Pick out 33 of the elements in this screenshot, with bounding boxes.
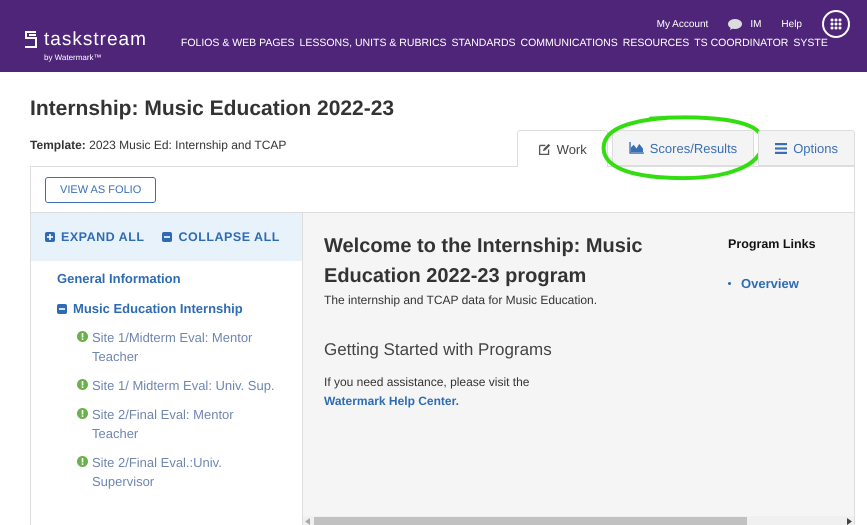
nav-link[interactable]: TS COORDINATOR — [694, 36, 788, 52]
tab[interactable]: Scores/Results — [612, 130, 754, 166]
program-links-title: Program Links — [728, 236, 816, 254]
account-link[interactable]: IM — [728, 16, 762, 32]
nav-link[interactable]: SYSTE — [793, 36, 828, 52]
template-line: Template: 2023 Music Ed: Internship and TCAP — [30, 137, 286, 154]
tree-section[interactable]: Music Education Internship — [57, 298, 302, 318]
welcome-heading: Welcome to the Internship: Music Education 2022-23 program — [324, 234, 644, 290]
nav-link[interactable]: STANDARDS — [452, 36, 516, 52]
logo-subtitle: by Watermark™ — [44, 52, 102, 64]
nav-link[interactable]: COMMUNICATIONS — [520, 36, 618, 52]
help-center-link[interactable]: Watermark Help Center. — [324, 394, 459, 408]
program-link[interactable]: Overview — [741, 274, 799, 294]
page-title: Internship: Music Education 2022-23 — [30, 96, 396, 122]
tree-item[interactable]: Site 1/ Midterm Eval: Univ. Sup. — [57, 376, 302, 396]
nav-link[interactable]: LESSONS, UNITS & RUBRICS — [300, 36, 447, 52]
tree-item[interactable]: Site 1/Midterm Eval: Mentor Teacher — [57, 328, 302, 366]
account-link[interactable]: My Account — [656, 16, 708, 32]
tree-section[interactable]: General Information — [57, 269, 302, 289]
account-link[interactable]: Help — [781, 16, 802, 32]
expand-all-button[interactable]: EXPAND ALL — [45, 228, 144, 247]
program-description: The internship and TCAP data for Music Education. — [324, 292, 598, 310]
tree-item[interactable]: Site 2/Final Eval.:Univ. Supervisor — [57, 453, 302, 492]
tab[interactable]: Work — [516, 130, 608, 168]
nav-link[interactable]: RESOURCES — [622, 36, 690, 52]
logo-text: taskstream — [44, 30, 147, 49]
help-text: If you need assistance, please visit the Watermark Help Center. — [324, 374, 530, 410]
collapse-all-button[interactable]: COLLAPSE ALL — [162, 228, 280, 247]
nav-link[interactable]: FOLIOS & WEB PAGES — [180, 36, 295, 52]
getting-started-heading: Getting Started with Programs — [324, 339, 553, 362]
view-as-folio-button[interactable]: VIEW AS FOLIO — [45, 176, 156, 203]
tree-item[interactable]: Site 2/Final Eval: Mentor Teacher — [57, 405, 302, 444]
tab[interactable]: Options — [758, 130, 855, 166]
